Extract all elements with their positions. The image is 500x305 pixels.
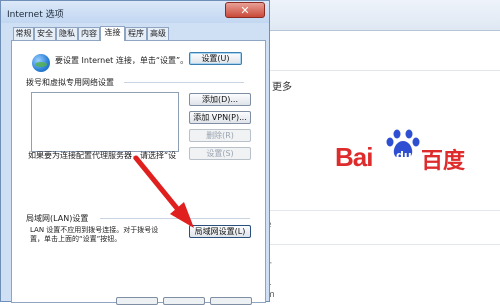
add-vpn-button[interactable]: 添加 VPN(P)... (189, 111, 251, 124)
connections-panel: 要设置 Internet 连接，单击“设置”。 设置(U) 拨号和虚拟专用网络设… (11, 40, 266, 303)
tab-connections[interactable]: 连接 (100, 26, 125, 41)
proxy-text: 如果要为连接配置代理服务器，请选择“设 (28, 151, 177, 160)
browser-page: 更多 Bai du 百度 e T L m (260, 0, 500, 300)
close-button[interactable]: ✕ (225, 2, 265, 18)
connections-list[interactable] (31, 92, 179, 152)
globe-icon (32, 54, 50, 72)
cancel-button[interactable] (163, 297, 205, 305)
divider (260, 70, 500, 71)
lan-settings-button[interactable]: 局域网设置(L) (189, 225, 251, 238)
tab-general[interactable]: 常规 (13, 27, 34, 40)
setup-text: 要设置 Internet 连接，单击“设置”。 (55, 56, 189, 65)
internet-options-dialog: Internet 选项 ✕ 常规 安全 隐私 内容 连接 程序 高级 要设置 I… (0, 0, 270, 305)
tab-privacy[interactable]: 隐私 (56, 27, 78, 40)
settings-button[interactable]: 设置(S) (189, 147, 251, 160)
browser-toolbar (260, 0, 500, 31)
logo-text-bai: Bai (335, 142, 373, 172)
tab-advanced[interactable]: 高级 (147, 27, 169, 40)
title-bar: Internet 选项 ✕ (1, 1, 269, 23)
lan-header: 局域网(LAN)设置 (26, 214, 89, 223)
divider (124, 82, 244, 83)
divider (100, 218, 250, 219)
more-link[interactable]: 更多 (272, 78, 292, 93)
baidu-logo[interactable]: Bai du 百度 (335, 128, 465, 183)
add-button[interactable]: 添加(D)... (189, 93, 251, 106)
tab-content[interactable]: 内容 (78, 27, 100, 40)
dialup-header: 拨号和虚拟专用网络设置 (26, 78, 114, 87)
dialog-title: Internet 选项 (7, 10, 64, 20)
logo-text-cn: 百度 (421, 149, 466, 174)
divider (260, 244, 500, 245)
logo-text-du: du (396, 149, 412, 162)
tab-security[interactable]: 安全 (34, 27, 56, 40)
ok-button[interactable] (116, 297, 158, 305)
apply-button[interactable] (210, 297, 252, 305)
tab-programs[interactable]: 程序 (125, 27, 147, 40)
setup-button[interactable]: 设置(U) (189, 52, 242, 65)
close-icon: ✕ (240, 4, 250, 17)
lan-text-line2: 置，单击上面的“设置”按钮。 (30, 235, 122, 243)
divider (260, 210, 500, 211)
delete-button[interactable]: 删除(R) (189, 129, 251, 142)
